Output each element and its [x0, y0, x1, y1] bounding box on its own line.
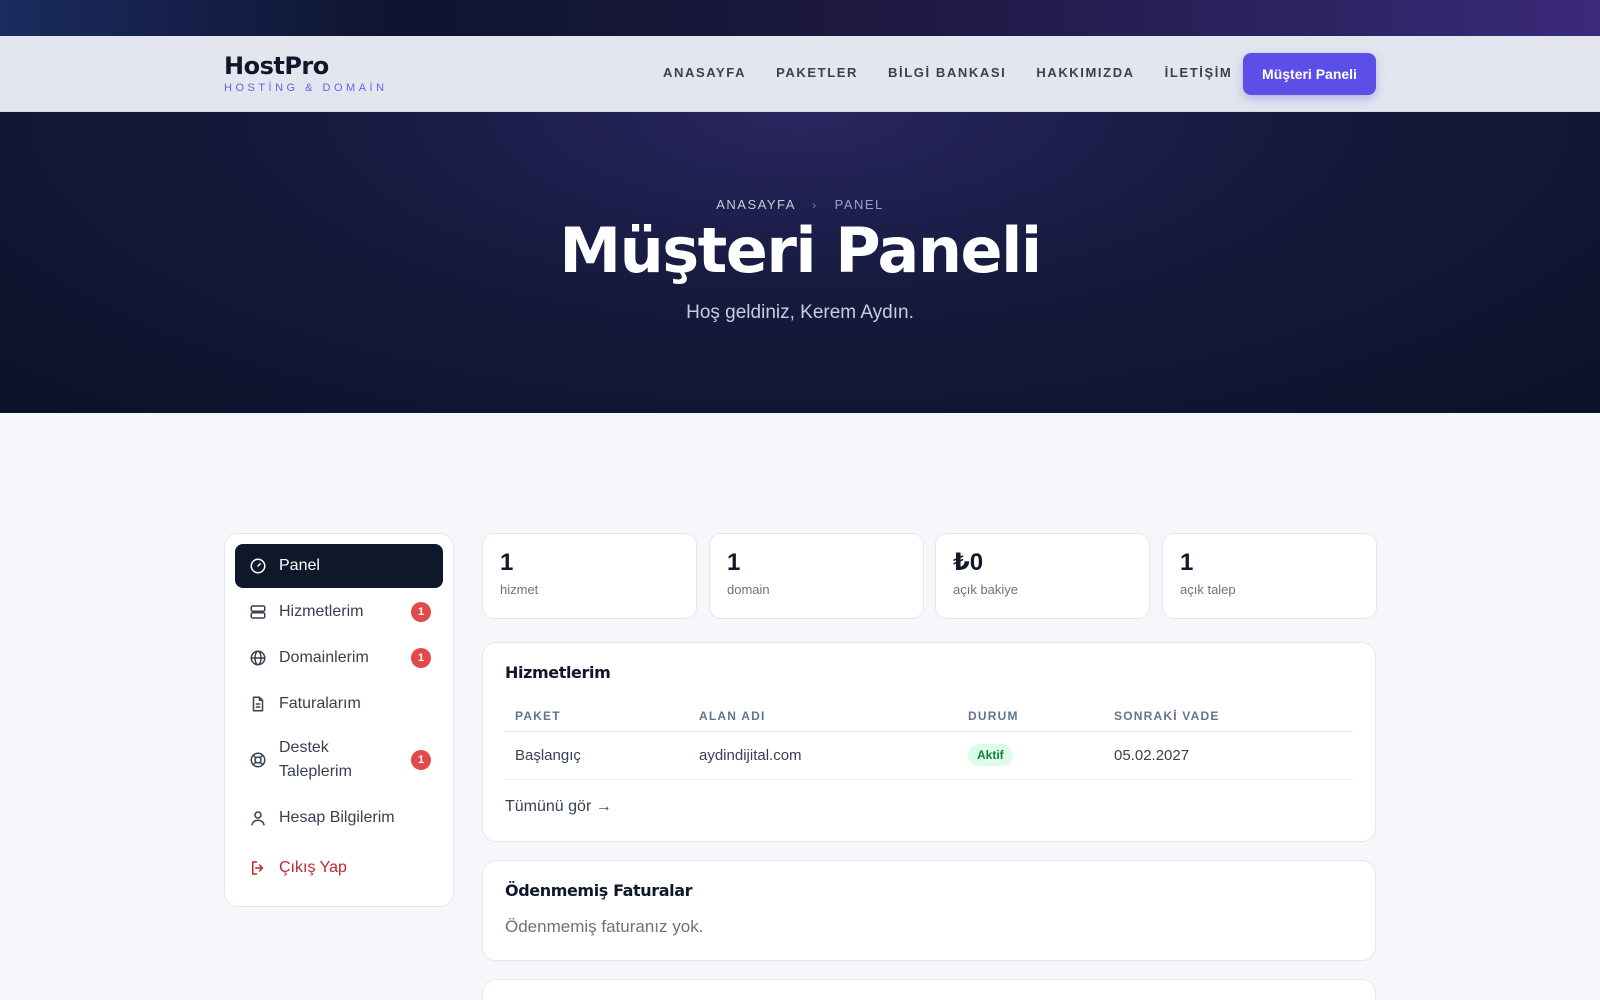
empty-state-text: Ödenmemiş faturanız yok.	[505, 917, 704, 936]
status-cell: Aktif	[958, 731, 1104, 780]
nav-link-about[interactable]: HAKKIMIZDA	[1036, 65, 1134, 80]
unpaid-invoices-card: Ödenmemiş Faturalar Ödenmemiş faturanız …	[482, 860, 1376, 961]
sidebar-item-account[interactable]: Hesap Bilgilerim	[235, 796, 443, 840]
sidebar-item-label: Panel	[279, 557, 320, 574]
next-card	[482, 979, 1376, 1000]
sidebar-item-label: Domainlerim	[279, 649, 369, 666]
stat-card-balance: ₺0 açık bakiye	[935, 533, 1150, 619]
stat-card-services: 1 hizmet	[482, 533, 697, 619]
hero-banner: ANASAYFA › PANEL Müşteri Paneli Hoş geld…	[0, 112, 1600, 413]
stat-value: 1	[500, 549, 514, 576]
breadcrumb: ANASAYFA › PANEL	[0, 197, 1600, 212]
status-badge: Aktif	[968, 744, 1013, 766]
logout-icon	[252, 861, 264, 875]
sidebar-item-label: Hesap Bilgilerim	[279, 809, 395, 826]
sidebar-item-label: Çıkış Yap	[279, 859, 347, 876]
sidebar-item-logout[interactable]: Çıkış Yap	[235, 846, 443, 890]
stat-label: açık talep	[1180, 582, 1236, 597]
column-header: PAKET	[505, 701, 689, 732]
top-announcement-bar	[0, 0, 1600, 36]
stat-label: hizmet	[500, 582, 539, 597]
count-badge: 1	[411, 602, 431, 622]
stat-value: 1	[727, 549, 741, 576]
services-title: Hizmetlerim	[505, 663, 611, 682]
chevron-right-icon: ›	[812, 200, 818, 212]
sidebar-item-invoices[interactable]: Faturalarım	[235, 682, 443, 726]
globe-icon	[250, 650, 266, 666]
stat-value: 1	[1180, 549, 1194, 576]
column-header: SONRAKİ VADE	[1104, 701, 1353, 732]
stat-value: ₺0	[953, 549, 984, 576]
welcome-message: Hoş geldiniz, Kerem Aydın.	[686, 302, 914, 323]
services-card: Hizmetlerim PAKET ALAN ADI DURUM SONRAKİ…	[482, 642, 1376, 842]
gauge-icon	[250, 558, 266, 574]
stat-label: domain	[727, 582, 770, 597]
services-table: PAKET ALAN ADI DURUM SONRAKİ VADE Başlan…	[505, 701, 1353, 780]
stat-card-tickets: 1 açık talep	[1162, 533, 1377, 619]
count-badge: 1	[411, 648, 431, 668]
see-all-services-link[interactable]: Tümünü gör →	[505, 798, 612, 816]
page-title: Müşteri Paneli	[559, 214, 1042, 287]
server-icon	[250, 605, 266, 619]
sidebar-item-panel[interactable]: Panel	[235, 544, 443, 588]
sidebar-item-label: Destek Taleplerim	[279, 739, 352, 780]
count-badge: 1	[411, 750, 431, 770]
column-header: ALAN ADI	[689, 701, 958, 732]
nav-link-knowledge-base[interactable]: BİLGİ BANKASI	[888, 65, 1006, 80]
navbar: HostPro HOSTİNG & DOMAİN ANASAYFA PAKETL…	[0, 36, 1600, 112]
sidebar-item-services[interactable]: Hizmetlerim 1	[235, 590, 443, 634]
breadcrumb-home[interactable]: ANASAYFA	[716, 197, 795, 212]
brand-logo[interactable]: HostPro HOSTİNG & DOMAİN	[224, 52, 388, 94]
lifebuoy-icon	[250, 752, 266, 768]
unpaid-invoices-title: Ödenmemiş Faturalar	[505, 881, 693, 900]
main-nav: ANASAYFA PAKETLER BİLGİ BANKASI HAKKIMIZ…	[663, 65, 1262, 80]
due-date-cell: 05.02.2027	[1104, 731, 1353, 780]
column-header: DURUM	[958, 701, 1104, 732]
sidebar-item-label: Hizmetlerim	[279, 603, 364, 620]
nav-link-packages[interactable]: PAKETLER	[776, 65, 858, 80]
breadcrumb-current: PANEL	[834, 197, 884, 212]
sidebar: Panel Hizmetlerim 1 Domainlerim 1 Fatura…	[224, 533, 454, 907]
customer-panel-button[interactable]: Müşteri Paneli	[1243, 53, 1376, 95]
nav-link-contact[interactable]: İLETİŞİM	[1165, 65, 1233, 80]
document-icon	[252, 696, 264, 712]
user-icon	[251, 811, 265, 826]
table-row[interactable]: Başlangıç aydindijital.com Aktif 05.02.2…	[505, 731, 1353, 780]
sidebar-item-domains[interactable]: Domainlerim 1	[235, 636, 443, 680]
package-cell: Başlangıç	[505, 731, 689, 780]
brand-name: HostPro	[224, 52, 329, 80]
brand-tagline: HOSTİNG & DOMAİN	[224, 82, 388, 94]
table-header-row: PAKET ALAN ADI DURUM SONRAKİ VADE	[505, 701, 1353, 732]
domain-cell: aydindijital.com	[689, 731, 958, 780]
nav-link-home[interactable]: ANASAYFA	[663, 65, 746, 80]
sidebar-item-label: Faturalarım	[279, 695, 361, 712]
stat-label: açık bakiye	[953, 582, 1019, 597]
stat-card-domains: 1 domain	[709, 533, 924, 619]
sidebar-item-support-tickets[interactable]: Destek Taleplerim 1	[235, 732, 443, 788]
